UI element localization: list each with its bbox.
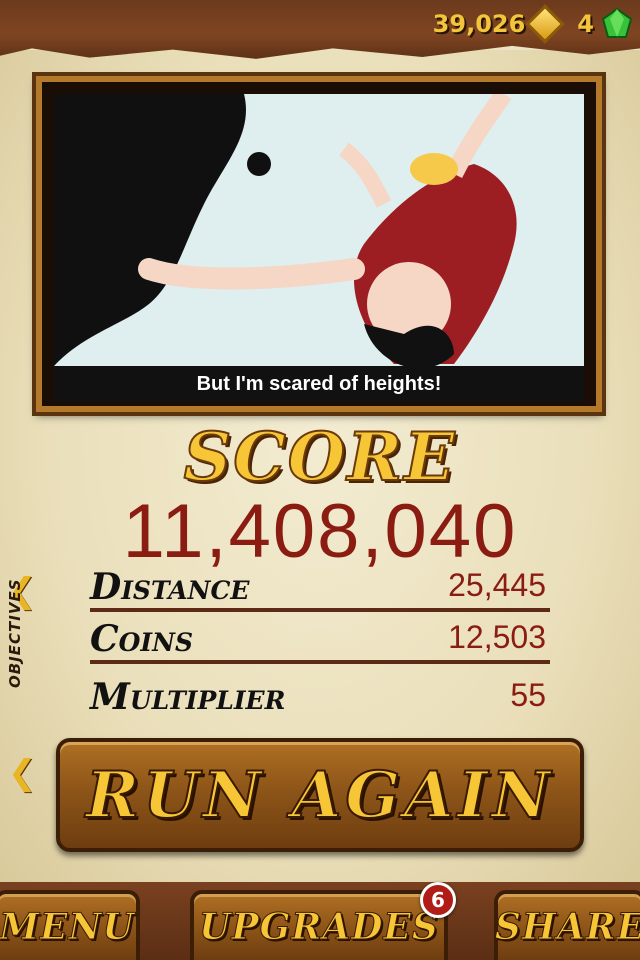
upgrades-button[interactable]: UPGRADES [190,890,448,960]
score-title: SCORE [183,417,457,497]
stat-label: Multiplier [90,676,286,718]
objectives-arrow-bottom-icon[interactable]: ❮ [8,756,37,790]
stat-value: 25,445 [448,567,546,603]
share-label: SHARE [494,906,640,949]
menu-label: MENU [0,906,135,949]
stat-row-distance: Distance 25,445 [90,566,550,612]
stat-row-coins: Coins 12,503 [90,618,550,664]
coin-count: 39,026 [432,10,526,38]
score-value: 11,408,040 [122,489,518,574]
objectives-label[interactable]: OBJECTIVES [6,558,34,689]
cutscene-panel: But I'm scared of heights! [36,76,602,412]
caption-bar: But I'm scared of heights! [54,366,584,402]
run-again-label: RUN AGAIN [85,757,555,834]
stat-label: Distance [90,566,250,608]
cutscene-illustration [54,94,584,366]
menu-button[interactable]: MENU [0,890,140,960]
stat-label: Coins [90,618,194,660]
upgrades-label: UPGRADES [199,906,439,949]
upgrades-badge: 6 [420,882,456,918]
stat-row-multiplier: Multiplier 55 [90,672,550,718]
stat-value: 55 [510,677,546,713]
run-again-button[interactable]: RUN AGAIN [56,738,584,852]
coin-diamond-icon [525,4,566,44]
currency-display: 39,026 4 [432,4,634,44]
share-button[interactable]: SHARE [494,890,640,960]
cutscene-caption: But I'm scared of heights! [196,372,442,395]
gem-count: 4 [577,10,594,38]
green-gem-icon [601,7,633,38]
stat-value: 12,503 [448,619,546,655]
